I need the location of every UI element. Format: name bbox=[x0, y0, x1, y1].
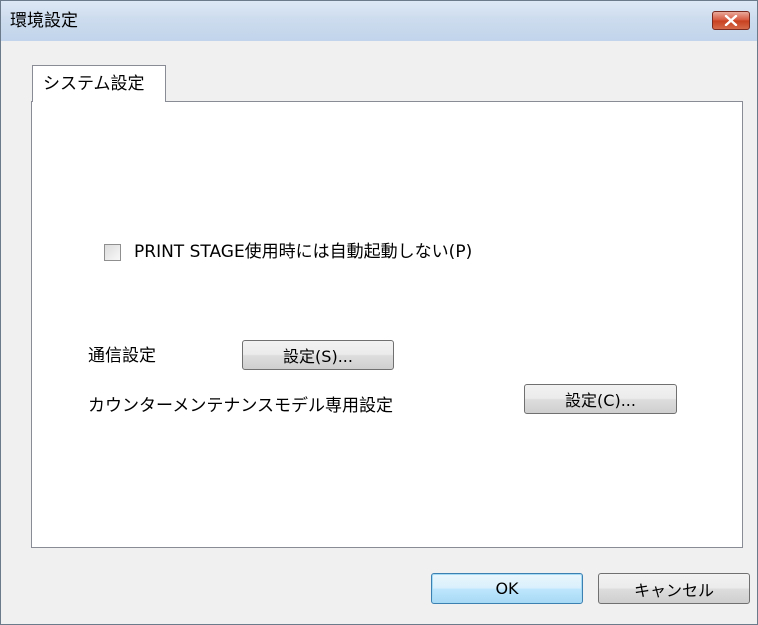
tab-system-settings[interactable]: システム設定 bbox=[32, 65, 166, 102]
ok-button[interactable]: OK bbox=[431, 573, 583, 604]
comm-settings-label: 通信設定 bbox=[88, 346, 156, 366]
settings-dialog: 環境設定 システム設定 PRINT STAGE使用時には自動起動しない(P) 通… bbox=[0, 0, 758, 625]
close-button[interactable] bbox=[712, 11, 750, 30]
comm-settings-button[interactable]: 設定(S)... bbox=[242, 340, 394, 370]
auto-start-checkbox-label[interactable]: PRINT STAGE使用時には自動起動しない(P) bbox=[134, 241, 472, 263]
tab-label: システム設定 bbox=[43, 74, 145, 94]
title-bar: 環境設定 bbox=[1, 1, 757, 41]
window-title: 環境設定 bbox=[10, 11, 78, 31]
counter-maintenance-settings-button[interactable]: 設定(C)... bbox=[524, 384, 677, 414]
dialog-body: システム設定 PRINT STAGE使用時には自動起動しない(P) 通信設定 設… bbox=[1, 41, 757, 624]
tab-panel: PRINT STAGE使用時には自動起動しない(P) 通信設定 設定(S)...… bbox=[31, 101, 743, 548]
cancel-button[interactable]: キャンセル bbox=[598, 573, 750, 604]
auto-start-checkbox[interactable] bbox=[104, 244, 121, 261]
counter-maintenance-label: カウンターメンテナンスモデル専用設定 bbox=[88, 396, 393, 416]
close-icon bbox=[724, 15, 738, 26]
